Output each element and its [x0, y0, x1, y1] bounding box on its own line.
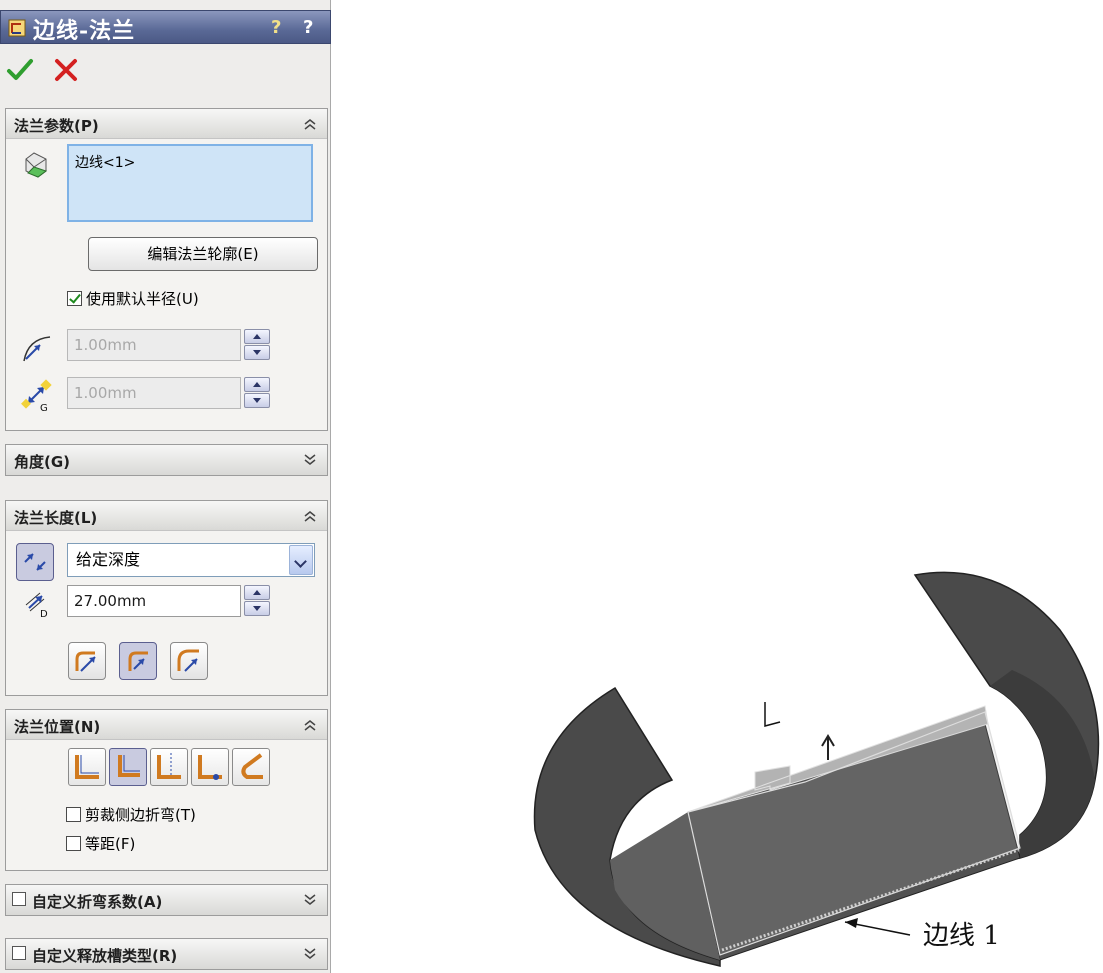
- flange-length-header[interactable]: 法兰长度(L): [6, 501, 327, 531]
- checkbox-box[interactable]: [67, 291, 82, 306]
- custom-bend-allowance-checkbox[interactable]: [12, 892, 26, 906]
- collapse-chevron-icon[interactable]: [303, 718, 317, 732]
- trim-side-bends-checkbox[interactable]: 剪裁侧边折弯(T): [66, 805, 196, 825]
- bend-from-virtual-sharp-button[interactable]: [191, 748, 229, 786]
- edge-selection-list[interactable]: 边线<1>: [67, 144, 313, 222]
- custom-bend-allowance-title: 自定义折弯系数(A): [32, 893, 163, 911]
- offset-label: 等距(F): [85, 835, 136, 853]
- tangent-bend-icon: [177, 649, 199, 672]
- edge-selection-icon: [25, 152, 48, 178]
- checkbox-box[interactable]: [66, 807, 81, 822]
- bend-radius-field[interactable]: 1.00mm: [67, 329, 241, 361]
- svg-text:D: D: [40, 609, 48, 619]
- bend-radius-spinner[interactable]: [244, 329, 272, 361]
- flange-params-title: 法兰参数(P): [14, 117, 99, 135]
- checkbox-box[interactable]: [66, 836, 81, 851]
- coordinate-triad-icon: [764, 702, 781, 727]
- material-inside-icon: [75, 755, 99, 779]
- bend-outside-icon: [157, 753, 181, 779]
- flange-params-group: 法兰参数(P) 边线<1> 编辑法兰轮廓(E) 使用默认半径(U) 1.00mm: [5, 108, 328, 431]
- reverse-direction-icon: [24, 553, 46, 571]
- trim-side-bends-label: 剪裁侧边折弯(T): [85, 806, 196, 824]
- end-condition-select[interactable]: 给定深度: [67, 543, 315, 577]
- use-default-radius-checkbox[interactable]: 使用默认半径(U): [67, 289, 199, 309]
- inner-virtual-sharp-icon: [128, 651, 148, 671]
- angle-group: 角度(G): [5, 444, 328, 476]
- edit-flange-profile-button[interactable]: 编辑法兰轮廓(E): [88, 237, 318, 271]
- angle-header[interactable]: 角度(G): [6, 445, 327, 475]
- spin-down-button[interactable]: [244, 345, 270, 360]
- flange-length-group: 法兰长度(L) 给定深度 D 27.00mm: [5, 500, 328, 696]
- end-condition-value: 给定深度: [76, 550, 141, 569]
- outer-virtual-sharp-icon: [75, 651, 96, 672]
- outer-virtual-sharp-button[interactable]: [68, 642, 106, 680]
- spin-down-button[interactable]: [244, 393, 270, 408]
- gap-distance-icon: G: [21, 379, 52, 413]
- custom-relief-type-title: 自定义释放槽类型(R): [32, 947, 178, 965]
- graphics-viewport[interactable]: [331, 0, 1103, 973]
- flange-position-header[interactable]: 法兰位置(N): [6, 710, 327, 740]
- tangent-to-bend-button[interactable]: [232, 748, 270, 786]
- help-icon[interactable]: ?: [303, 17, 313, 38]
- flange-length-title: 法兰长度(L): [14, 509, 98, 527]
- collapse-chevron-icon[interactable]: [303, 117, 317, 131]
- flange-length-spinner[interactable]: [244, 585, 272, 617]
- offset-checkbox[interactable]: 等距(F): [66, 834, 135, 854]
- custom-relief-type-header[interactable]: 自定义释放槽类型(R): [6, 939, 327, 969]
- reverse-direction-button[interactable]: [16, 543, 54, 581]
- material-outside-icon: [118, 755, 140, 777]
- flange-params-header[interactable]: 法兰参数(P): [6, 109, 327, 139]
- whats-wrong-help-icon[interactable]: ?: [271, 17, 281, 38]
- collapse-chevron-icon[interactable]: [303, 509, 317, 523]
- angle-title: 角度(G): [14, 453, 71, 471]
- flange-position-group: 法兰位置(N) 剪裁侧边折弯(T) 等距(F): [5, 709, 328, 871]
- expand-chevron-icon[interactable]: [303, 893, 317, 907]
- custom-bend-allowance-header[interactable]: 自定义折弯系数(A): [6, 885, 327, 915]
- material-outside-button[interactable]: [109, 748, 147, 786]
- edge-callout-label: 边线 1: [923, 921, 1000, 951]
- bend-radius-icon: [23, 336, 51, 362]
- bend-from-virtual-sharp-icon: [198, 755, 222, 780]
- dropdown-arrow-icon[interactable]: [289, 545, 313, 575]
- spin-down-button[interactable]: [244, 601, 270, 616]
- cancel-x-icon[interactable]: [52, 57, 80, 83]
- edge-flange-icon: [8, 19, 26, 37]
- panel-titlebar: 边线-法兰 ? ?: [0, 10, 331, 44]
- custom-relief-type-checkbox[interactable]: [12, 946, 26, 960]
- svg-text:G: G: [40, 403, 48, 413]
- gap-distance-field[interactable]: 1.00mm: [67, 377, 241, 409]
- gap-distance-spinner[interactable]: [244, 377, 272, 409]
- panel-title: 边线-法兰: [33, 18, 136, 44]
- property-manager: 边线-法兰 ? ? 法兰参数(P) 边线<1> 编辑法兰轮廓(E) 使用默认半径…: [0, 0, 331, 973]
- ok-check-icon[interactable]: [6, 57, 34, 83]
- expand-chevron-icon[interactable]: [303, 947, 317, 961]
- spin-up-button[interactable]: [244, 329, 270, 344]
- flange-length-icon: D: [25, 592, 48, 619]
- use-default-radius-label: 使用默认半径(U): [86, 290, 199, 308]
- callout-arrowhead: [845, 918, 858, 928]
- custom-bend-allowance-group: 自定义折弯系数(A): [5, 884, 328, 916]
- bend-outside-button[interactable]: [150, 748, 188, 786]
- flange-position-title: 法兰位置(N): [14, 718, 101, 736]
- direction-arrow-icon[interactable]: [821, 734, 835, 760]
- list-item[interactable]: 边线<1>: [75, 152, 305, 172]
- flange-length-field[interactable]: 27.00mm: [67, 585, 241, 617]
- spin-up-button[interactable]: [244, 377, 270, 392]
- inner-virtual-sharp-button[interactable]: [119, 642, 157, 680]
- material-inside-button[interactable]: [68, 748, 106, 786]
- tangent-to-bend-icon: [241, 753, 263, 779]
- spin-up-button[interactable]: [244, 585, 270, 600]
- expand-chevron-icon[interactable]: [303, 453, 317, 467]
- custom-relief-type-group: 自定义释放槽类型(R): [5, 938, 328, 970]
- tangent-bend-button[interactable]: [170, 642, 208, 680]
